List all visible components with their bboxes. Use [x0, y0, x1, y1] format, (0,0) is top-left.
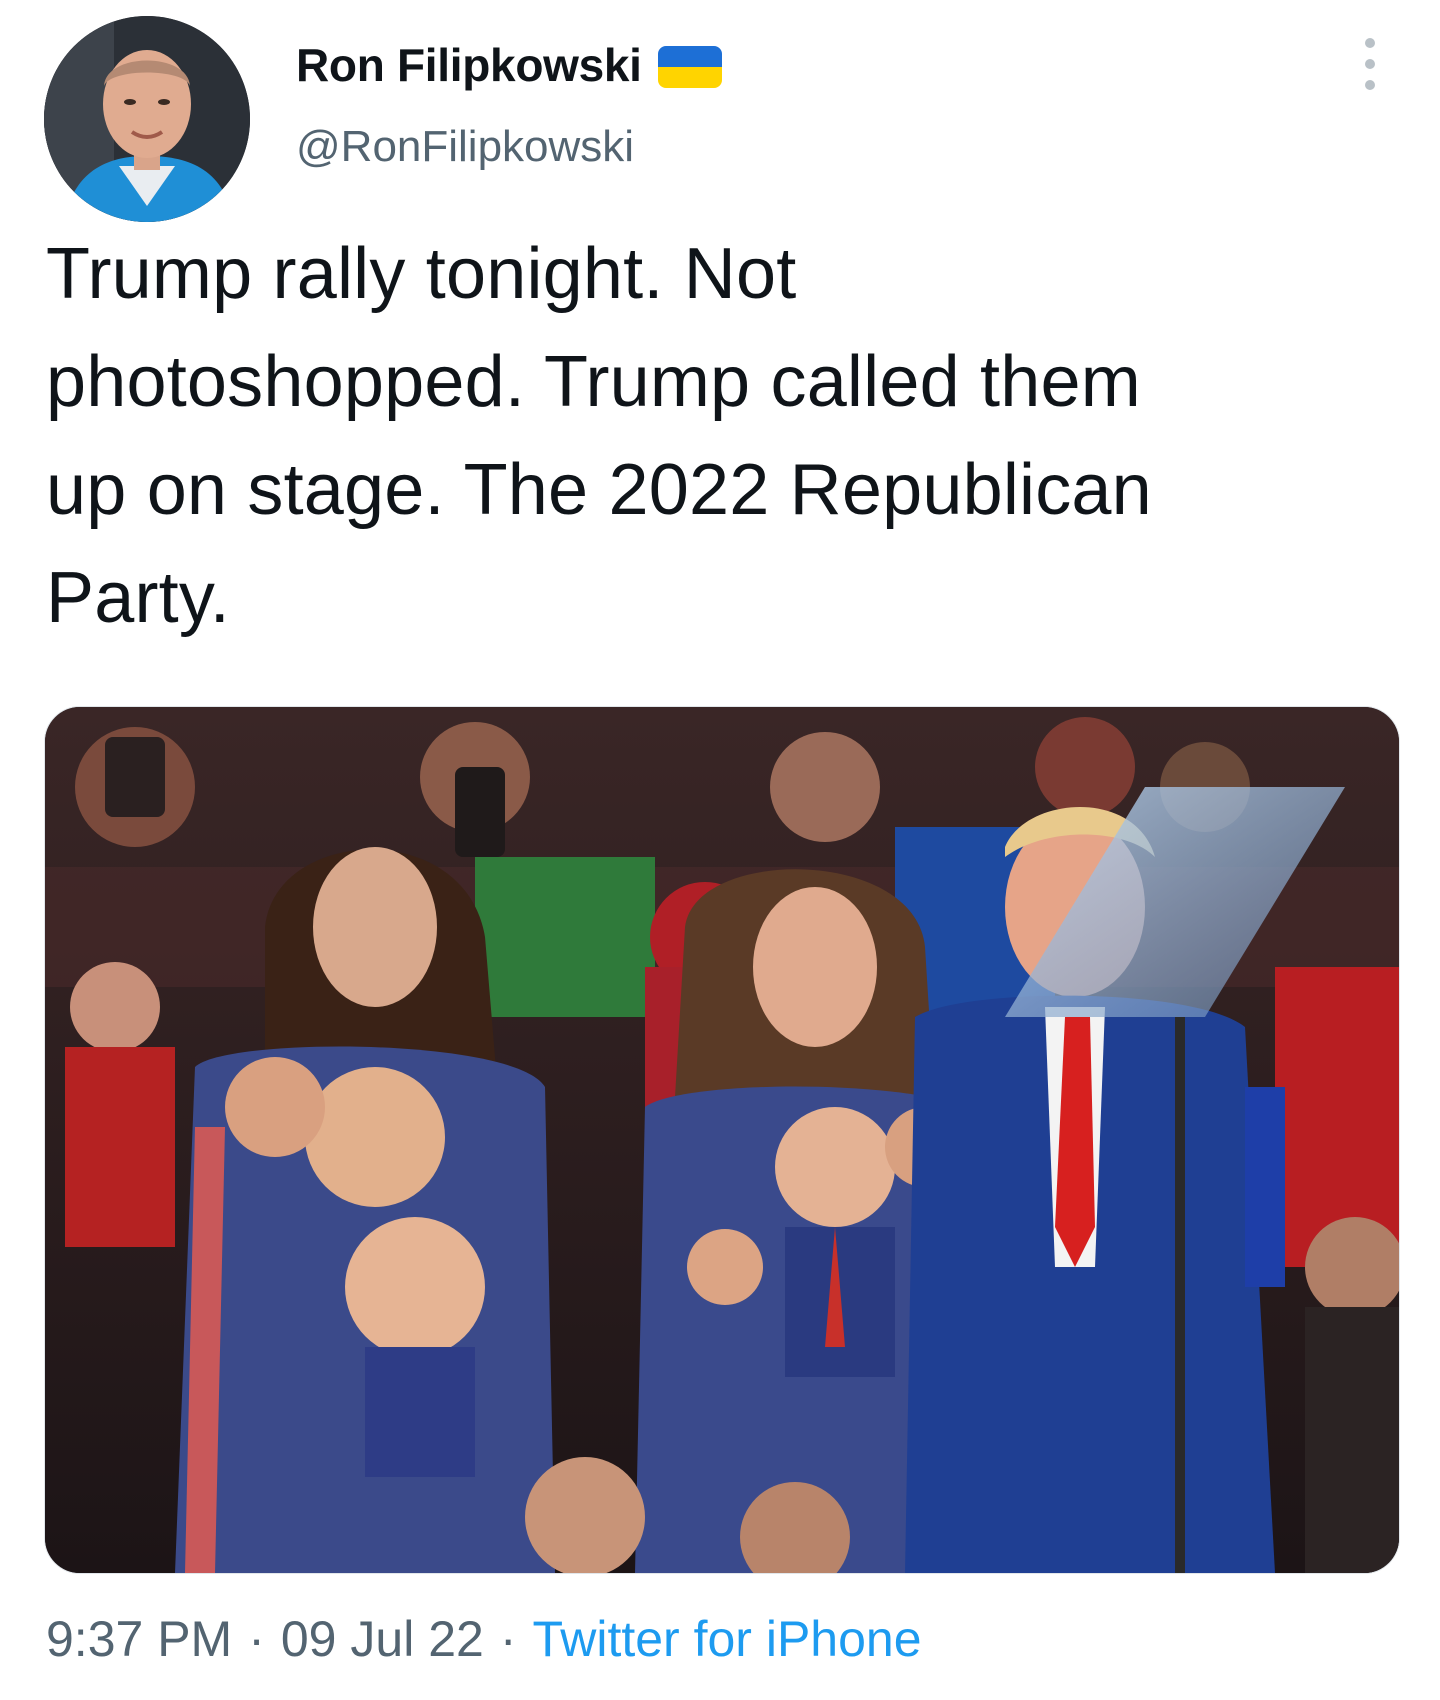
- tweet-source-link[interactable]: Twitter for iPhone: [532, 1610, 921, 1668]
- tweet-time[interactable]: 9:37 PM: [46, 1610, 232, 1668]
- display-name-text: Ron Filipkowski: [296, 39, 642, 91]
- tweet-text: Trump rally tonight. Not photoshopped. T…: [46, 234, 1152, 638]
- tweet-meta: 9:37 PM · 09 Jul 22 · Twitter for iPhone: [46, 1610, 922, 1668]
- tweet-date[interactable]: 09 Jul 22: [281, 1610, 484, 1668]
- author-handle[interactable]: @RonFilipkowski: [296, 122, 634, 172]
- meta-separator: ·: [248, 1611, 265, 1667]
- avatar-photo: [44, 16, 250, 222]
- more-options-icon[interactable]: [1358, 38, 1382, 90]
- author-avatar[interactable]: [44, 16, 250, 222]
- flag-blue-stripe: [657, 46, 722, 67]
- tweet-media-photo[interactable]: [44, 706, 1400, 1574]
- flag-yellow-stripe: [657, 67, 722, 88]
- author-display-name[interactable]: Ron Filipkowski: [296, 38, 722, 92]
- rally-photo: [45, 707, 1399, 1573]
- ukraine-flag-icon: [657, 46, 722, 88]
- more-dot: [1365, 59, 1375, 69]
- more-dot: [1365, 80, 1375, 90]
- more-dot: [1365, 38, 1375, 48]
- meta-separator: ·: [499, 1611, 517, 1667]
